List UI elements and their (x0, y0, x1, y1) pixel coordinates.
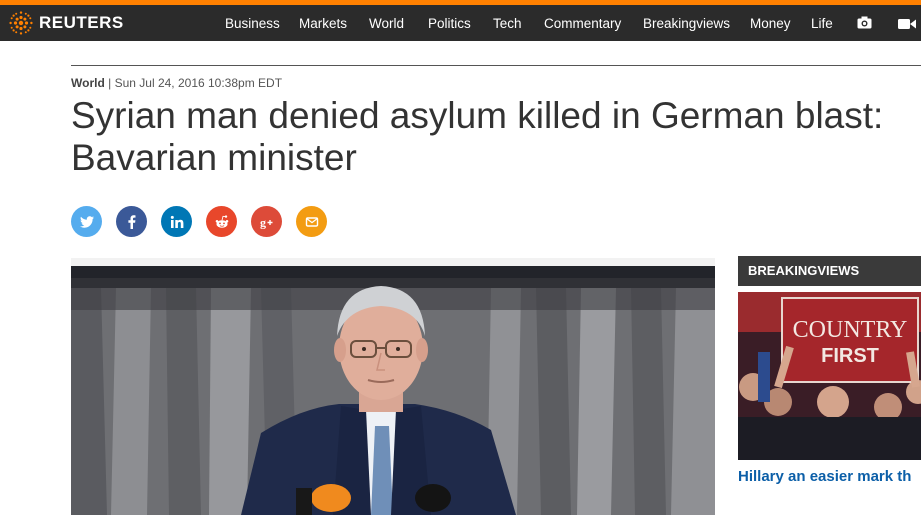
share-reddit-button[interactable] (206, 206, 237, 237)
video-icon[interactable] (898, 17, 916, 35)
dateline: World | Sun Jul 24, 2016 10:38pm EDT (71, 76, 282, 90)
share-email-button[interactable] (296, 206, 327, 237)
headline-line-2: Bavarian minister (71, 137, 357, 178)
nav-commentary[interactable]: Commentary (544, 5, 621, 41)
reddit-icon (215, 214, 228, 228)
convention-photo: COUNTRY FIRST (738, 292, 921, 460)
share-facebook-button[interactable] (116, 206, 147, 237)
twitter-icon (79, 215, 94, 228)
brand-name: REUTERS (39, 13, 124, 32)
reuters-logo-icon (9, 11, 33, 35)
nav-business[interactable]: Business (225, 5, 280, 41)
email-icon (305, 216, 318, 227)
dateline-separator: | (108, 76, 112, 90)
breakingviews-heading[interactable]: BREAKINGVIEWS (738, 256, 921, 286)
press-conference-photo (71, 258, 715, 515)
article-hero-image[interactable] (71, 258, 715, 515)
breakingviews-image[interactable]: COUNTRY FIRST (738, 292, 921, 460)
nav-politics[interactable]: Politics (428, 5, 471, 41)
breakingviews-headline[interactable]: Hillary an easier mark th (738, 468, 921, 485)
nav-breakingviews[interactable]: Breakingviews (643, 5, 730, 41)
nav-life[interactable]: Life (811, 5, 833, 41)
site-nav: REUTERS Business Markets World Politics … (0, 5, 921, 41)
facebook-icon (127, 214, 135, 229)
camera-icon[interactable] (857, 16, 872, 34)
sign-text-country: COUNTRY (793, 317, 908, 343)
nav-markets[interactable]: Markets (299, 5, 347, 41)
article-headline: Syrian man denied asylum killed in Germa… (71, 95, 921, 179)
share-twitter-button[interactable] (71, 206, 102, 237)
nav-world[interactable]: World (369, 5, 404, 41)
nav-tech[interactable]: Tech (493, 5, 522, 41)
svg-text:g: g (260, 215, 266, 229)
reuters-logo[interactable]: REUTERS (8, 11, 124, 35)
section-link[interactable]: World (71, 76, 105, 90)
share-google-plus-button[interactable]: g (251, 206, 282, 237)
sign-text-first: FIRST (821, 345, 879, 367)
headline-line-1: Syrian man denied asylum killed in Germa… (71, 95, 884, 136)
divider (71, 65, 921, 66)
nav-money[interactable]: Money (750, 5, 791, 41)
publish-date: Sun Jul 24, 2016 10:38pm EDT (114, 76, 283, 90)
linkedin-icon (170, 215, 183, 228)
share-linkedin-button[interactable] (161, 206, 192, 237)
google-plus-icon: g (260, 215, 272, 229)
